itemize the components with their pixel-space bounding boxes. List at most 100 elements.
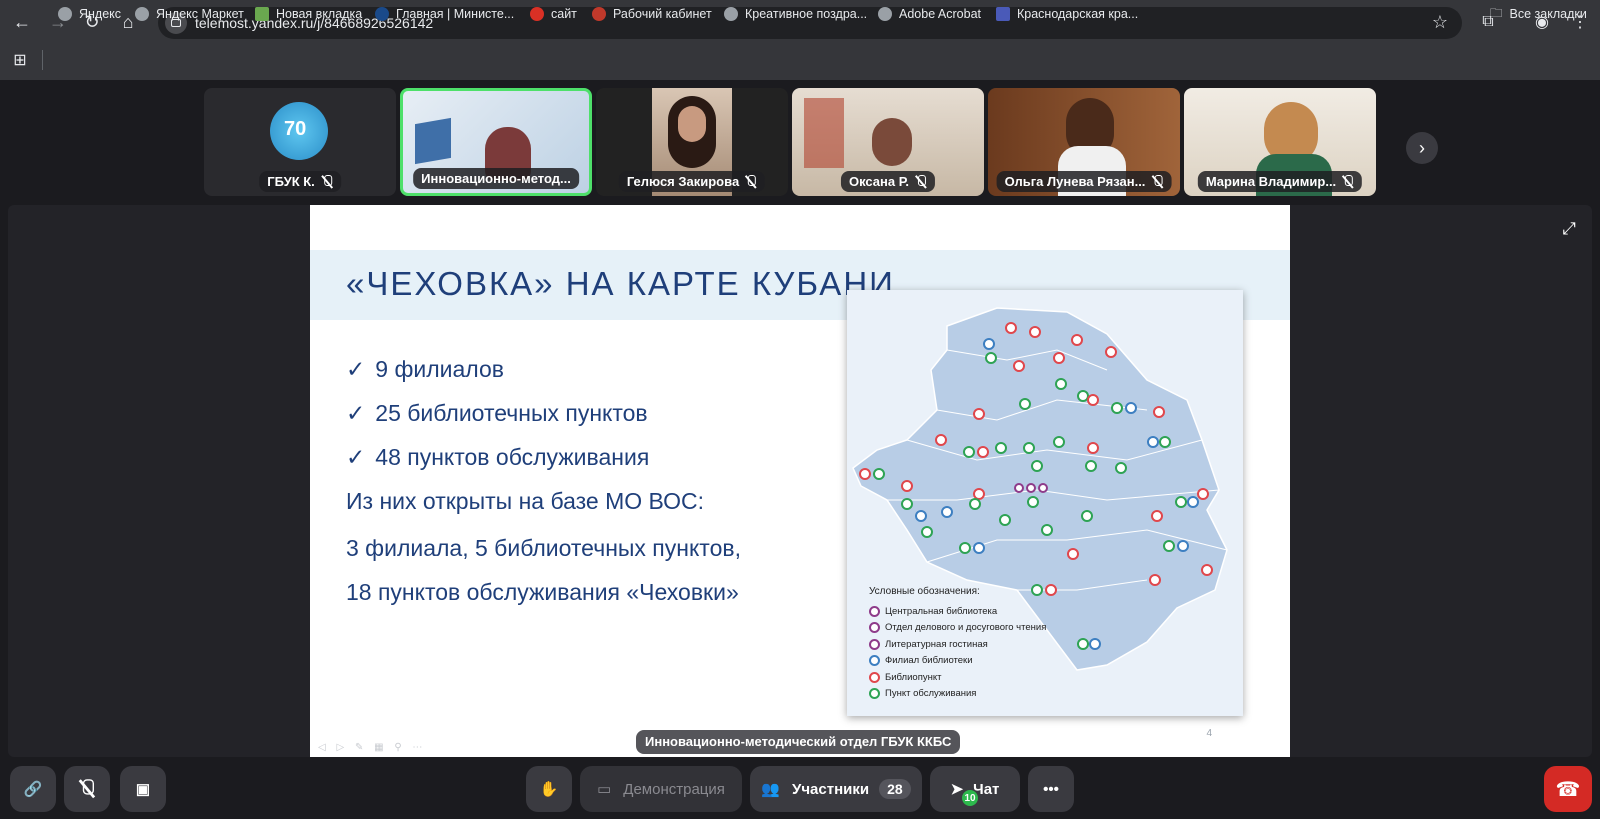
cabinet-icon — [592, 7, 606, 21]
bookmark-new-tab[interactable]: Новая вкладка — [255, 4, 362, 24]
bookmark-yandex-market[interactable]: Яндекс Маркет — [135, 4, 244, 24]
slide-page-number: 4 — [1206, 728, 1212, 739]
camera-toggle-button[interactable]: ▣ — [120, 766, 166, 812]
legend-item: Пункт обслуживания — [869, 686, 1046, 703]
check-icon: ✓ — [346, 443, 366, 470]
bookmark-label: Все закладки — [1509, 7, 1587, 21]
folder-icon: 🗀 — [1490, 5, 1503, 20]
check-icon: ✓ — [346, 399, 366, 426]
bookmark-site[interactable]: сайт — [530, 4, 577, 24]
participant-name: Ольга Лунева Рязан... — [996, 171, 1172, 192]
more-button[interactable]: ••• — [1028, 766, 1074, 812]
bookmark-krasnodar[interactable]: Краснодарская кра... — [996, 4, 1138, 24]
bullet-text: 25 библиотечных пунктов — [375, 399, 648, 426]
legend-item: Отдел делового и досугового чтения — [869, 620, 1046, 637]
monitor-icon: ▭ — [597, 781, 612, 798]
bookmark-adobe[interactable]: Adobe Acrobat — [878, 4, 981, 24]
back-icon[interactable]: ← — [8, 8, 36, 36]
central-library-icon — [869, 605, 880, 617]
library-point-icon — [869, 671, 880, 683]
participant-tile-active[interactable]: Инновационно-метод... — [400, 88, 592, 196]
people-icon: 👥 — [761, 781, 780, 798]
copy-link-button[interactable]: 🔗 — [10, 766, 56, 812]
chat-button[interactable]: ➤ Чат — [930, 766, 1020, 812]
bookmark-yandex[interactable]: Яндекс — [58, 4, 121, 24]
bookmark-creative[interactable]: Креативное поздра... — [724, 4, 867, 24]
legend-label: Филиал библиотеки — [885, 655, 973, 667]
bookmark-ministry[interactable]: Главная | Министе... — [375, 4, 514, 24]
mic-off-icon — [915, 174, 927, 189]
fullscreen-icon[interactable]: ⤢ — [1556, 216, 1582, 242]
bookmark-label: сайт — [551, 7, 577, 21]
bookmark-label: Рабочий кабинет — [613, 7, 712, 21]
legend-label: Пункт обслуживания — [885, 688, 977, 700]
bullet-item: ✓ 9 филиалов — [346, 347, 649, 391]
participant-name-text: ГБУК К. — [267, 174, 315, 189]
browser-chrome: ← → ↻ ⌂ telemost.yandex.ru/j/84668926526… — [0, 0, 1600, 80]
legend-title: Условные обозначения: — [869, 586, 980, 597]
emblem-icon — [375, 7, 389, 21]
reading-dept-icon — [869, 622, 880, 634]
mic-off-icon — [1151, 174, 1163, 189]
participant-tile[interactable]: 70 ГБУК К. — [204, 88, 396, 196]
participant-name: Оксана Р. — [840, 171, 936, 192]
bookmark-work-cabinet[interactable]: Рабочий кабинет — [592, 4, 712, 24]
participants-label: Участники — [792, 780, 870, 798]
mic-toggle-button[interactable] — [64, 766, 110, 812]
globe-icon — [878, 7, 892, 21]
bullet-list: ✓ 9 филиалов ✓ 25 библиотечных пунктов ✓ 48… — [346, 347, 649, 479]
bookmark-label: Креативное поздра... — [745, 7, 868, 21]
all-bookmarks[interactable]: 🗀 Все закладки — [1490, 4, 1587, 24]
phone-hangup-icon: ☎ — [1555, 778, 1581, 801]
participant-name-text: Оксана Р. — [848, 174, 910, 189]
bookmark-label: Главная | Министе... — [396, 7, 515, 21]
mic-off-icon — [79, 779, 96, 799]
participant-tile[interactable]: Ольга Лунева Рязан... — [988, 88, 1180, 196]
bookmark-label: Яндекс Маркет — [156, 7, 244, 21]
tab-icon — [255, 7, 269, 21]
legend-item: Библиопункт — [869, 669, 1046, 686]
participant-video — [872, 118, 912, 166]
hang-up-button[interactable]: ☎ — [1544, 766, 1592, 812]
participants-button[interactable]: 👥 Участники 28 — [750, 766, 922, 812]
legend-item: Литературная гостиная — [869, 636, 1046, 653]
raise-hand-button[interactable]: ✋ — [526, 766, 572, 812]
participant-name-text: Гелюся Закирова — [626, 174, 740, 189]
participant-tile[interactable]: Марина Владимир... — [1184, 88, 1376, 196]
map-legend: Условные обозначения: Центральная библио… — [869, 586, 1046, 702]
more-dots-icon: ••• — [1043, 780, 1059, 798]
legend-label: Литературная гостиная — [885, 638, 988, 650]
next-participants-button[interactable]: › — [1406, 132, 1438, 164]
legend-item: Филиал библиотеки — [869, 653, 1046, 670]
service-point-icon — [869, 688, 880, 700]
literary-lounge-icon — [869, 638, 880, 650]
participant-tile[interactable]: Оксана Р. — [792, 88, 984, 196]
participant-video-bg — [415, 117, 451, 165]
participant-name-text: Ольга Лунева Рязан... — [1004, 174, 1146, 189]
mic-off-icon — [1342, 174, 1354, 189]
kuban-map: Условные обозначения: Центральная библио… — [847, 290, 1243, 716]
participant-name-text: Марина Владимир... — [1205, 174, 1337, 189]
participant-name: Марина Владимир... — [1197, 171, 1363, 192]
bookmark-separator — [42, 50, 43, 70]
slide-paragraph: 3 филиала, 5 библиотечных пунктов, — [346, 535, 741, 561]
screen-share-button[interactable]: ▭ Демонстрация — [580, 766, 742, 812]
presentation-controls[interactable]: ◁ ▷ ✎ ▦ ⚲ ⋯ — [318, 742, 426, 753]
bullet-text: 48 пунктов обслуживания — [375, 443, 650, 470]
bookmark-star-icon[interactable]: ☆ — [1432, 12, 1448, 33]
speaker-label: Инновационно-методический отдел ГБУК ККБ… — [636, 730, 961, 754]
swirl-icon — [724, 7, 738, 21]
screen-share-label: Демонстрация — [623, 780, 725, 798]
legend-label: Отдел делового и досугового чтения — [885, 622, 1047, 634]
apps-icon[interactable]: ⊞ — [6, 46, 34, 74]
participant-tile[interactable]: Гелюся Закирова — [596, 88, 788, 196]
chevron-right-icon: › — [1419, 137, 1425, 158]
globe-icon — [58, 7, 72, 21]
bookmark-label: Adobe Acrobat — [899, 7, 982, 21]
participant-name: Гелюся Закирова — [618, 171, 766, 192]
bullet-item: ✓ 25 библиотечных пунктов — [346, 391, 649, 435]
legend-item: Центральная библиотека — [869, 603, 1046, 620]
region-icon — [996, 7, 1010, 21]
hand-icon: ✋ — [539, 781, 559, 798]
legend-label: Библиопункт — [885, 671, 942, 683]
